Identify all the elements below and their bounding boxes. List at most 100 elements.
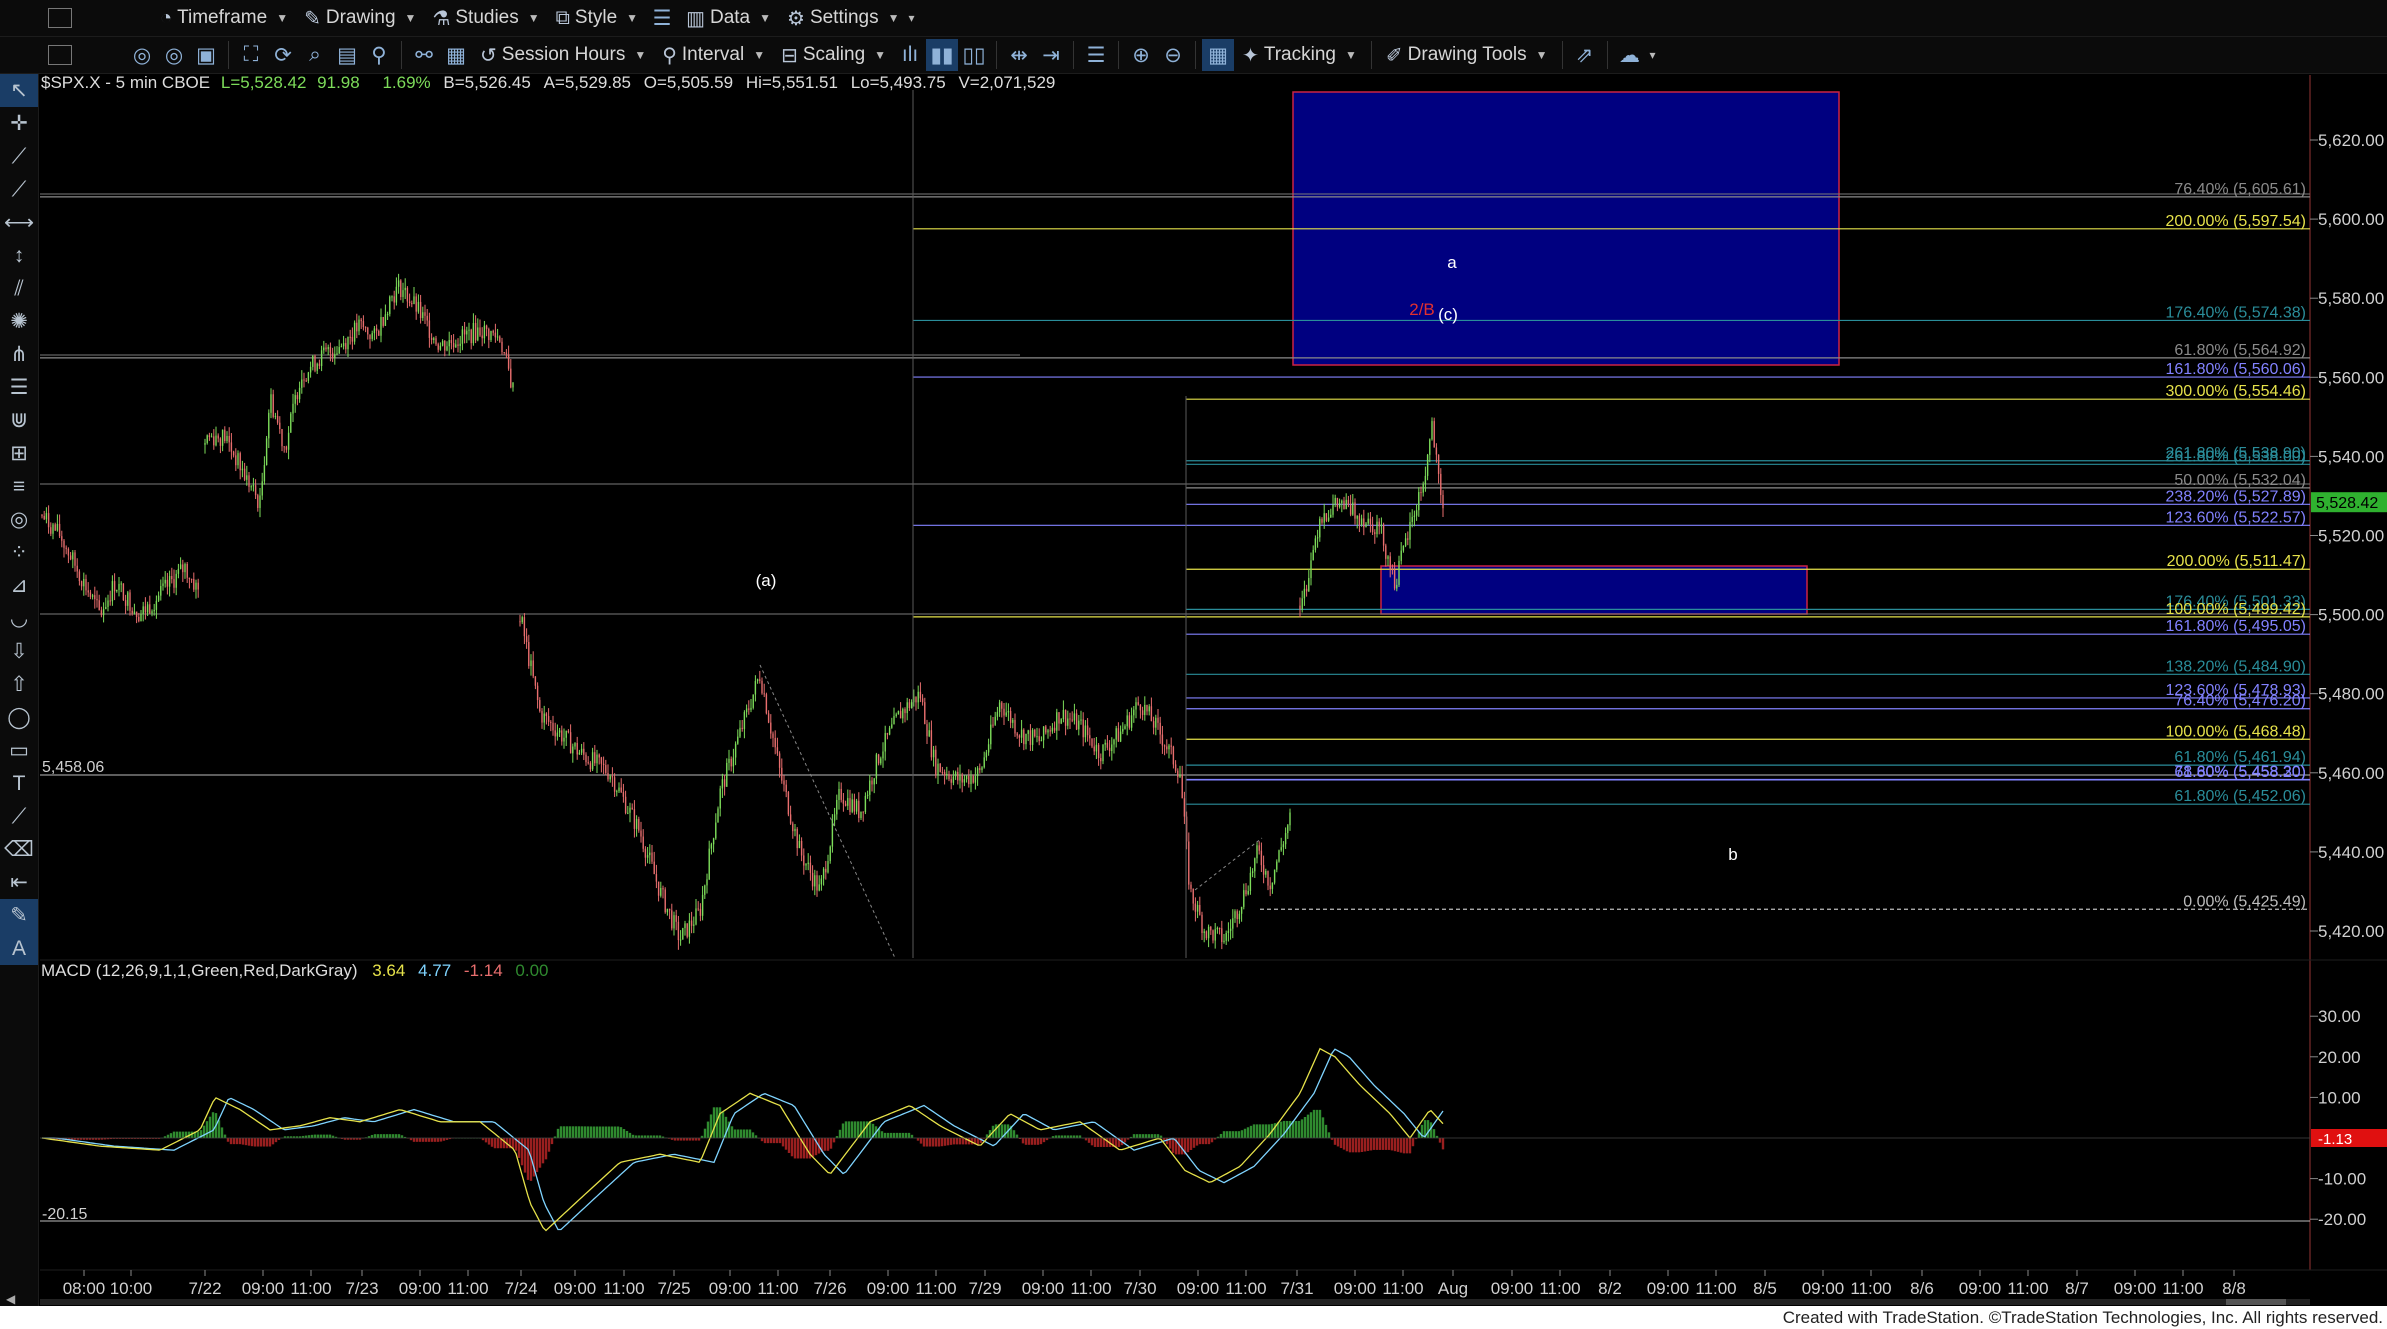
candle-body	[1163, 745, 1166, 747]
candle-body	[1400, 550, 1402, 561]
macd-histogram-bar	[1309, 1112, 1313, 1138]
macd-histogram-bar	[625, 1130, 629, 1138]
candle-body	[96, 599, 98, 601]
candle-body	[353, 322, 356, 342]
candle-body	[287, 432, 290, 450]
candle-body	[1053, 727, 1056, 731]
candle-body	[855, 800, 858, 812]
candle-body	[994, 716, 996, 725]
macd-histogram-bar	[1030, 1138, 1034, 1145]
candle-body	[770, 722, 772, 734]
candle-body	[1212, 930, 1214, 941]
candle-body	[554, 730, 556, 737]
candle-body	[1409, 521, 1411, 540]
candle-body	[1225, 933, 1227, 941]
candle-body	[1345, 499, 1347, 510]
candle-body	[1091, 738, 1093, 747]
macd-histogram-bar	[568, 1126, 572, 1138]
macd-histogram-bar	[250, 1138, 254, 1147]
candle-body	[490, 330, 492, 341]
macd-signal-value: 4.77	[418, 961, 452, 980]
candle-body	[668, 908, 671, 911]
candle-body	[221, 429, 224, 446]
candle-body	[1380, 524, 1383, 527]
macd-histogram-bar	[1390, 1138, 1394, 1151]
macd-histogram-bar	[901, 1132, 905, 1138]
candle-body	[294, 395, 296, 404]
candle-body	[124, 600, 127, 606]
candle-body	[1426, 454, 1429, 476]
macd-histogram-bar	[1252, 1124, 1256, 1138]
macd-histogram-bar	[559, 1126, 563, 1138]
macd-histogram-bar	[400, 1135, 404, 1138]
macd-histogram-bar	[310, 1134, 314, 1138]
candle-body	[133, 611, 136, 614]
candle-body	[719, 788, 721, 809]
candle-body	[941, 771, 944, 773]
time-tick-label: 7/26	[813, 1279, 846, 1298]
macd-histogram-bar	[604, 1126, 608, 1138]
macd-histogram-bar	[622, 1129, 626, 1138]
macd-histogram-bar	[541, 1138, 545, 1164]
candle-body	[1111, 744, 1113, 752]
candle-body	[360, 319, 362, 322]
candle-body	[1365, 523, 1367, 528]
macd-histogram-bar	[487, 1138, 491, 1145]
candle-body	[100, 610, 103, 616]
time-tick-label: 09:00	[709, 1279, 752, 1298]
candle-body	[963, 779, 966, 783]
candle-body	[1194, 903, 1197, 912]
fib-level-label: 161.80% (5,495.05)	[2165, 618, 2306, 635]
candle-body	[455, 344, 457, 348]
candle-body	[263, 465, 266, 482]
macd-histogram-bar	[1234, 1131, 1238, 1138]
candle-body	[327, 347, 329, 350]
candle-body	[254, 485, 257, 496]
candle-body	[380, 317, 382, 336]
candle-body	[1080, 719, 1082, 721]
candle-body	[543, 713, 545, 723]
candle-body	[1391, 569, 1394, 571]
time-tick-label: 09:00	[1334, 1279, 1377, 1298]
candle-body	[1232, 918, 1234, 929]
time-tick-label: 7/31	[1280, 1279, 1313, 1298]
scroll-left-icon[interactable]: ◀	[6, 1292, 15, 1306]
candle-body	[730, 758, 732, 767]
scroll-thumb[interactable]	[2226, 1299, 2286, 1305]
candle-body	[972, 775, 974, 783]
horizontal-scrollbar[interactable]	[40, 1299, 2310, 1305]
macd-histogram-bar	[547, 1138, 551, 1152]
macd-histogram-bar	[178, 1131, 182, 1138]
time-tick-label: 11:00	[1070, 1279, 1111, 1298]
price-chart[interactable]: 5,458.06 76.40% (5,605.61) 200.00% (5,597.…	[0, 0, 2387, 1329]
candle-body	[831, 820, 834, 847]
candle-body	[1265, 871, 1267, 875]
macd-histogram-bar	[502, 1138, 506, 1149]
macd-histogram-bar	[952, 1138, 956, 1145]
candle-body	[1249, 872, 1252, 891]
candle-body	[671, 910, 673, 929]
candle-body	[787, 792, 790, 815]
candle-body	[1310, 560, 1312, 579]
macd-histogram-bar	[1210, 1138, 1214, 1143]
macd-histogram-bar	[1123, 1138, 1127, 1143]
candle-body	[1029, 730, 1032, 745]
candle-body	[906, 702, 908, 714]
candle-body	[1347, 499, 1350, 505]
macd-histogram-bar	[316, 1134, 320, 1138]
candle-body	[250, 486, 252, 488]
candle-body	[970, 775, 972, 785]
candle-body	[274, 415, 277, 417]
macd-histogram-bar	[1441, 1138, 1445, 1150]
macd-histogram-bar	[256, 1138, 260, 1147]
candle-body	[142, 606, 144, 615]
candle-body	[1007, 711, 1010, 713]
macd-histogram-bar	[796, 1138, 800, 1159]
candle-body	[441, 340, 444, 346]
macd-histogram-bar	[1300, 1119, 1304, 1138]
candle-body	[611, 776, 614, 778]
candle-body	[270, 394, 272, 413]
time-tick-label: 11:00	[603, 1279, 644, 1298]
candle-body	[1093, 746, 1095, 752]
time-tick-label: 11:00	[2007, 1279, 2048, 1298]
